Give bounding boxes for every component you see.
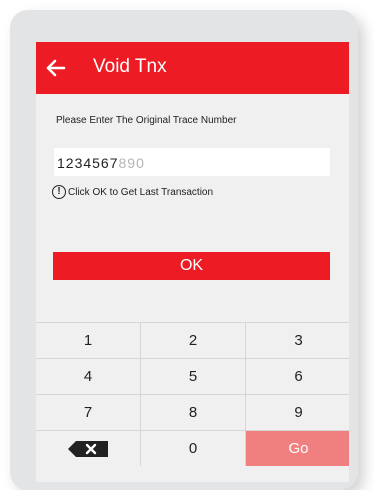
screen: Void Tnx Please Enter The Original Trace… xyxy=(36,42,349,482)
key-8[interactable]: 8 xyxy=(141,395,245,430)
key-3[interactable]: 3 xyxy=(246,323,349,358)
trace-number-value: 1234567 xyxy=(57,155,119,171)
key-5[interactable]: 5 xyxy=(141,359,245,394)
key-0[interactable]: 0 xyxy=(141,431,245,466)
key-1[interactable]: 1 xyxy=(36,323,140,358)
go-key[interactable]: Go xyxy=(246,431,349,466)
page-title: Void Tnx xyxy=(93,56,167,77)
trace-number-placeholder: 890 xyxy=(118,155,145,171)
app-bar: Void Tnx xyxy=(36,42,349,94)
numeric-keypad: 1 2 3 4 5 6 7 8 9 0 Go xyxy=(36,322,349,466)
trace-number-prompt: Please Enter The Original Trace Number xyxy=(56,115,237,126)
key-6[interactable]: 6 xyxy=(246,359,349,394)
key-7[interactable]: 7 xyxy=(36,395,140,430)
key-4[interactable]: 4 xyxy=(36,359,140,394)
device-frame: Void Tnx Please Enter The Original Trace… xyxy=(10,10,358,490)
hint-text: Click OK to Get Last Transaction xyxy=(68,186,214,198)
arrow-left-icon[interactable] xyxy=(44,57,66,79)
key-2[interactable]: 2 xyxy=(141,323,245,358)
backspace-icon xyxy=(68,440,108,457)
exclamation-circle-icon: ! xyxy=(52,185,66,199)
backspace-key[interactable] xyxy=(36,431,140,466)
hint-row: ! Click OK to Get Last Transaction xyxy=(52,185,213,199)
ok-button[interactable]: OK xyxy=(53,252,330,280)
trace-number-input[interactable]: 1234567890 xyxy=(54,148,330,176)
key-9[interactable]: 9 xyxy=(246,395,349,430)
